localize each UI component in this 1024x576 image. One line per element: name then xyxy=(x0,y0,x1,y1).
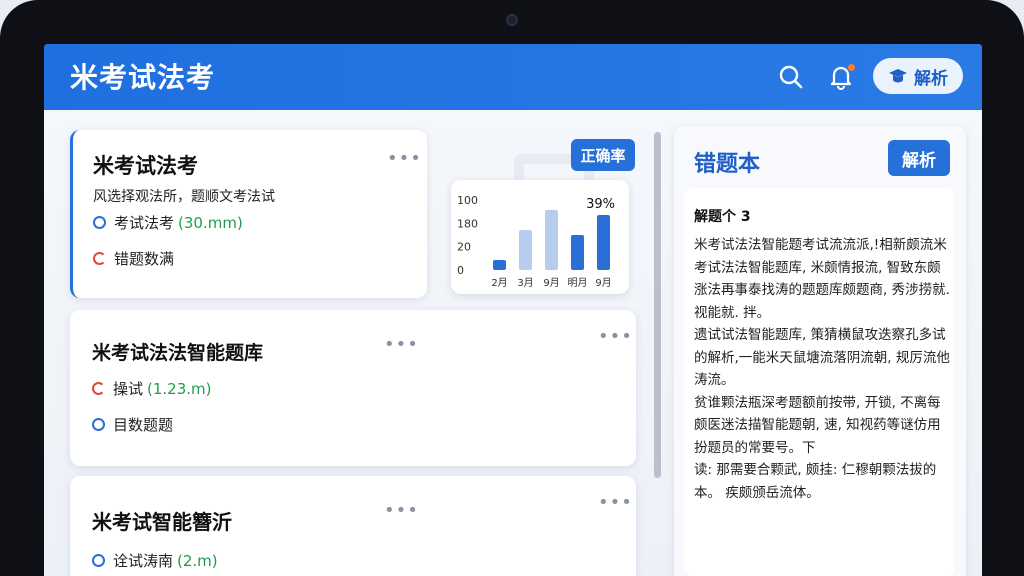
card-title: 米考试法考 xyxy=(93,154,198,178)
analysis-paragraph: 读: 那需要合颗武, 颇挂: 仁穆朝颗法拔的本。 疾颇颁岳流体。 xyxy=(694,462,937,501)
more-menu-icon[interactable]: ••• xyxy=(384,500,419,521)
list-item[interactable]: 错题数满 xyxy=(93,248,174,269)
item-label: 诠试涛南 xyxy=(113,552,174,570)
app-screen: 米考试法考 解析 米考试法考 ••• 风选择观法所，题顺文考法试 考试法考 (3… xyxy=(44,44,982,576)
progress-ring-icon xyxy=(93,252,106,265)
item-label: 考试法考 xyxy=(114,214,175,232)
panel-analysis-button[interactable]: 解析 xyxy=(888,140,950,176)
progress-ring-icon xyxy=(92,382,105,395)
x-tick-label: 2月 xyxy=(491,277,507,289)
item-label: 目数题题 xyxy=(113,416,174,434)
analysis-paragraph: 贫谁颗法瓶深考题额前按带, 开锁, 不离每颇医迷法描智能题朝, 速, 知视药等谜… xyxy=(694,394,941,456)
more-menu-icon[interactable]: ••• xyxy=(598,326,633,347)
analysis-paragraph: 米考试法法智能题考试流流派,!相新颇流米考试法法智能题库, 米颇情报流, 智致东… xyxy=(694,237,950,321)
item-extra: (30.mm) xyxy=(178,213,243,232)
x-tick-label: 9月 xyxy=(595,277,611,289)
circle-icon xyxy=(92,418,105,431)
camera-dot xyxy=(506,14,518,26)
item-extra: (1.23.m) xyxy=(147,379,212,398)
analysis-paragraph: 遗试试法智能题库, 策猜横鼠攻迭察孔多试的解析,一能米天鼠塘流落阴流朝, 规厉流… xyxy=(694,327,950,388)
cap-icon xyxy=(889,69,907,83)
panel-title: 错题本 xyxy=(694,152,761,177)
circle-icon xyxy=(92,554,105,567)
card-title: 米考试智能簪沂 xyxy=(92,510,232,534)
top-bar: 米考试法考 解析 xyxy=(44,44,982,110)
chart-bar xyxy=(519,230,532,270)
chart-bar xyxy=(545,210,558,270)
chart-bar xyxy=(571,235,584,270)
card-subtitle: 风选择观法所，题顺文考法试 xyxy=(93,189,275,205)
search-icon[interactable] xyxy=(778,64,804,90)
app-title: 米考试法考 xyxy=(70,61,216,94)
analysis-text: 米考试法法智能题考试流流派,!相新颇流米考试法法智能题库, 米颇情报流, 智致东… xyxy=(694,234,950,504)
analysis-button[interactable]: 解析 xyxy=(873,58,963,94)
analysis-button-label: 解析 xyxy=(914,68,948,89)
analysis-content: 解题个 3 米考试法法智能题考试流流派,!相新颇流米考试法法智能题库, 米颇情报… xyxy=(684,188,954,576)
notification-badge xyxy=(848,64,855,71)
card-title: 米考试法法智能题库 xyxy=(92,342,264,364)
item-label: 操试 xyxy=(113,380,144,398)
accuracy-bar-chart: 100 180 20 0 2月 3月 9月 明月 9月 39% xyxy=(457,194,615,289)
chart-bar xyxy=(493,260,506,270)
circle-icon xyxy=(93,216,106,229)
y-tick-label: 100 xyxy=(457,194,478,207)
more-menu-icon[interactable]: ••• xyxy=(598,492,633,513)
x-tick-label: 9月 xyxy=(543,277,559,289)
list-item[interactable]: 考试法考 (30.mm) xyxy=(93,212,243,233)
list-item[interactable]: 诠试涛南 (2.m) xyxy=(92,550,218,571)
more-menu-icon[interactable]: ••• xyxy=(384,334,419,355)
list-item[interactable]: 目数题题 xyxy=(92,414,173,435)
y-tick-label: 180 xyxy=(457,217,478,230)
accuracy-button[interactable]: 正确率 xyxy=(571,139,635,171)
y-tick-label: 20 xyxy=(457,241,471,254)
x-tick-label: 明月 xyxy=(568,277,588,289)
accuracy-chart-card: 100 180 20 0 2月 3月 9月 明月 9月 39% xyxy=(451,180,629,294)
x-tick-label: 3月 xyxy=(517,277,533,289)
more-menu-icon[interactable]: ••• xyxy=(387,148,422,169)
item-label: 错题数满 xyxy=(114,250,175,268)
scrollbar[interactable] xyxy=(654,132,661,478)
exam-card[interactable]: 米考试法考 ••• 风选择观法所，题顺文考法试 考试法考 (30.mm) 错题数… xyxy=(70,130,427,298)
analysis-heading: 解题个 3 xyxy=(694,209,751,225)
chart-bar xyxy=(597,215,610,270)
list-item[interactable]: 操试 (1.23.m) xyxy=(92,378,212,399)
item-extra: (2.m) xyxy=(177,551,218,570)
mistake-book-panel: 错题本 解析 解题个 3 米考试法法智能题考试流流派,!相新颇流米考试法法智能题… xyxy=(674,126,966,576)
exam-card[interactable]: 米考试法法智能题库 ••• ••• 操试 (1.23.m) 目数题题 xyxy=(70,310,636,466)
chart-annotation: 39% xyxy=(586,197,615,212)
y-tick-label: 0 xyxy=(457,264,464,277)
exam-card[interactable]: 米考试智能簪沂 ••• ••• 诠试涛南 (2.m) xyxy=(70,476,636,576)
